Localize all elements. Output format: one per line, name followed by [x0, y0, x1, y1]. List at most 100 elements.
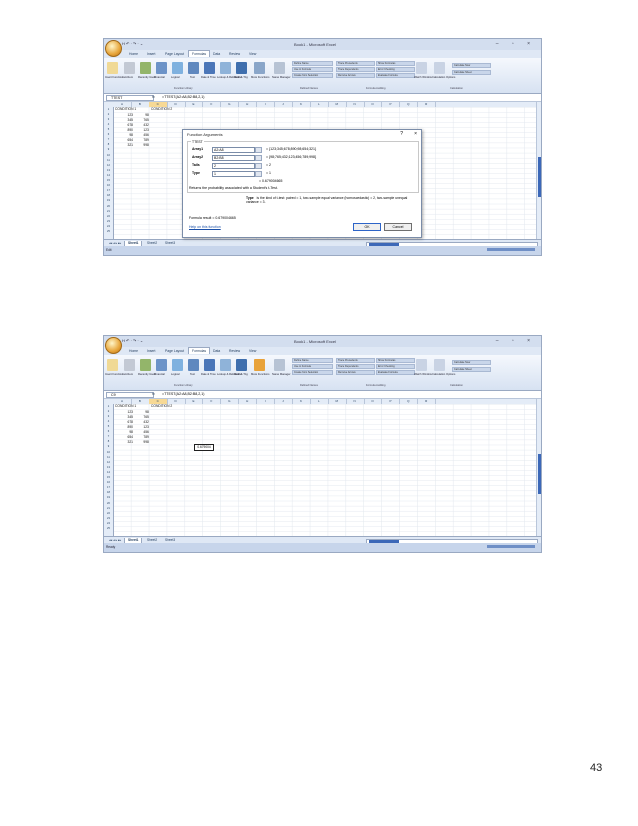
row-number[interactable]: 25	[104, 230, 113, 233]
table-cell[interactable]: 789	[133, 138, 149, 142]
more-functions-icon[interactable]	[254, 359, 265, 371]
row-number[interactable]: 6	[104, 430, 113, 433]
cancel-button[interactable]: Cancel	[384, 223, 412, 231]
window-controls[interactable]: – ▫ ×	[496, 41, 536, 47]
table-cell[interactable]: 678	[117, 420, 133, 424]
selected-cell-c9[interactable]: 0.679004	[194, 444, 214, 451]
row-number[interactable]: 11	[104, 159, 113, 162]
lookup-reference-icon[interactable]	[220, 359, 231, 371]
fx-icon[interactable]: fx	[152, 95, 155, 99]
row-number[interactable]: 7	[104, 138, 113, 141]
watch-window-icon[interactable]	[416, 359, 427, 371]
sheet-tab-sheet2[interactable]: Sheet2	[144, 538, 160, 543]
table-cell[interactable]: 98	[117, 133, 133, 137]
row-number[interactable]: 24	[104, 522, 113, 525]
cell-b1[interactable]: CONDITION 2	[151, 404, 172, 408]
vertical-scroll-thumb[interactable]	[537, 454, 541, 494]
row-number[interactable]: 23	[104, 517, 113, 520]
insert-function-icon[interactable]	[107, 359, 118, 371]
row-number[interactable]: 8	[104, 143, 113, 146]
table-cell[interactable]: 123	[117, 113, 133, 117]
row-number[interactable]: 11	[104, 456, 113, 459]
row-number[interactable]: 24	[104, 225, 113, 228]
table-cell[interactable]: 98	[133, 113, 149, 117]
table-cell[interactable]: 765	[133, 118, 149, 122]
financial-icon[interactable]	[156, 62, 167, 74]
remove-arrows-button[interactable]: Remove Arrows	[336, 370, 375, 375]
row-number[interactable]: 5	[104, 425, 113, 428]
help-icon[interactable]: ?	[400, 131, 403, 137]
formula-input[interactable]: =TTEST(A2:A8,B2:B8,2,1)	[162, 392, 204, 396]
row-number[interactable]: 7	[104, 435, 113, 438]
date-time-icon[interactable]	[204, 359, 215, 371]
row-number[interactable]: 18	[104, 194, 113, 197]
text-functions-icon[interactable]	[188, 359, 199, 371]
row-number[interactable]: 1	[104, 108, 113, 111]
remove-arrows-button[interactable]: Remove Arrows	[336, 73, 375, 78]
quick-access-toolbar[interactable]: H ↶ · ↷ · ⌄	[122, 338, 143, 343]
vertical-scrollbar[interactable]	[536, 399, 541, 539]
more-functions-icon[interactable]	[254, 62, 265, 74]
office-button[interactable]	[105, 40, 122, 57]
row-number[interactable]: 2	[104, 113, 113, 116]
row-number[interactable]: 3	[104, 415, 113, 418]
sheet-tab-sheet2[interactable]: Sheet2	[144, 241, 160, 246]
row-number[interactable]: 17	[104, 189, 113, 192]
table-cell[interactable]: 98	[133, 410, 149, 414]
sheet-nav-arrows[interactable]: ◂◂ ◂ ▸ ▸▸	[106, 241, 124, 246]
row-number[interactable]: 22	[104, 215, 113, 218]
arg-input-array2[interactable]: B2:B8	[212, 155, 255, 161]
table-cell[interactable]: 432	[133, 123, 149, 127]
sheet-tab-sheet3[interactable]: Sheet3	[162, 241, 178, 246]
table-cell[interactable]: 654	[117, 138, 133, 142]
zoom-slider[interactable]	[487, 248, 535, 251]
sheet-nav-arrows[interactable]: ◂◂ ◂ ▸ ▸▸	[106, 538, 124, 543]
quick-access-toolbar[interactable]: H ↶ · ↷ · ⌄	[122, 41, 143, 46]
table-cell[interactable]: 654	[117, 435, 133, 439]
tab-insert[interactable]: Insert	[144, 51, 158, 57]
formula-input[interactable]: =TTEST(A2:A8,B2:B8,2,1)	[162, 95, 204, 99]
show-formulas-button[interactable]: Show Formulas	[376, 61, 415, 66]
table-cell[interactable]: 432	[133, 420, 149, 424]
recently-used-icon[interactable]	[140, 62, 151, 74]
row-number[interactable]: 4	[104, 420, 113, 423]
trace-precedents-button[interactable]: Trace Precedents	[336, 358, 375, 363]
row-number[interactable]: 21	[104, 507, 113, 510]
table-cell[interactable]: 345	[117, 415, 133, 419]
row-number[interactable]: 15	[104, 179, 113, 182]
tab-home[interactable]: Home	[126, 348, 141, 354]
calculate-now-button[interactable]: Calculate Now	[452, 63, 491, 68]
row-number[interactable]: 10	[104, 154, 113, 157]
row-number[interactable]: 13	[104, 466, 113, 469]
show-formulas-button[interactable]: Show Formulas	[376, 358, 415, 363]
trace-precedents-button[interactable]: Trace Precedents	[336, 61, 375, 66]
table-cell[interactable]: 890	[117, 425, 133, 429]
arg-input-type[interactable]: 1	[212, 171, 255, 177]
autosum-icon[interactable]	[124, 359, 135, 371]
vertical-scroll-thumb[interactable]	[537, 157, 541, 197]
cell-a1[interactable]: CONDITION 1	[115, 107, 136, 111]
table-cell[interactable]: 890	[117, 128, 133, 132]
cell-a1[interactable]: CONDITION 1	[115, 404, 136, 408]
tab-formulas[interactable]: Formulas	[188, 50, 211, 57]
calculate-sheet-button[interactable]: Calculate Sheet	[452, 70, 491, 75]
row-number[interactable]: 5	[104, 128, 113, 131]
row-number[interactable]: 1	[104, 405, 113, 408]
row-number[interactable]: 20	[104, 502, 113, 505]
math-trig-icon[interactable]	[236, 359, 247, 371]
watch-window-icon[interactable]	[416, 62, 427, 74]
table-cell[interactable]: 456	[133, 133, 149, 137]
table-cell[interactable]: 345	[117, 118, 133, 122]
fx-icon[interactable]: fx	[152, 392, 155, 396]
define-name-button[interactable]: Define Name	[292, 358, 333, 363]
spreadsheet-grid[interactable]: 1 2 3 4 5 6 7 8 9 10 11 12 13 14 15 16 17 18 19 20 21 22 23 24 2…	[104, 404, 541, 536]
row-number[interactable]: 13	[104, 169, 113, 172]
row-number[interactable]: 16	[104, 481, 113, 484]
trace-dependents-button[interactable]: Trace Dependents	[336, 67, 375, 72]
autosum-icon[interactable]	[124, 62, 135, 74]
tab-page-layout[interactable]: Page Layout	[162, 51, 187, 57]
row-number[interactable]: 9	[104, 148, 113, 151]
help-on-function-link[interactable]: Help on this function	[189, 225, 221, 229]
name-box[interactable]: C9	[106, 392, 154, 398]
row-number[interactable]: 8	[104, 440, 113, 443]
